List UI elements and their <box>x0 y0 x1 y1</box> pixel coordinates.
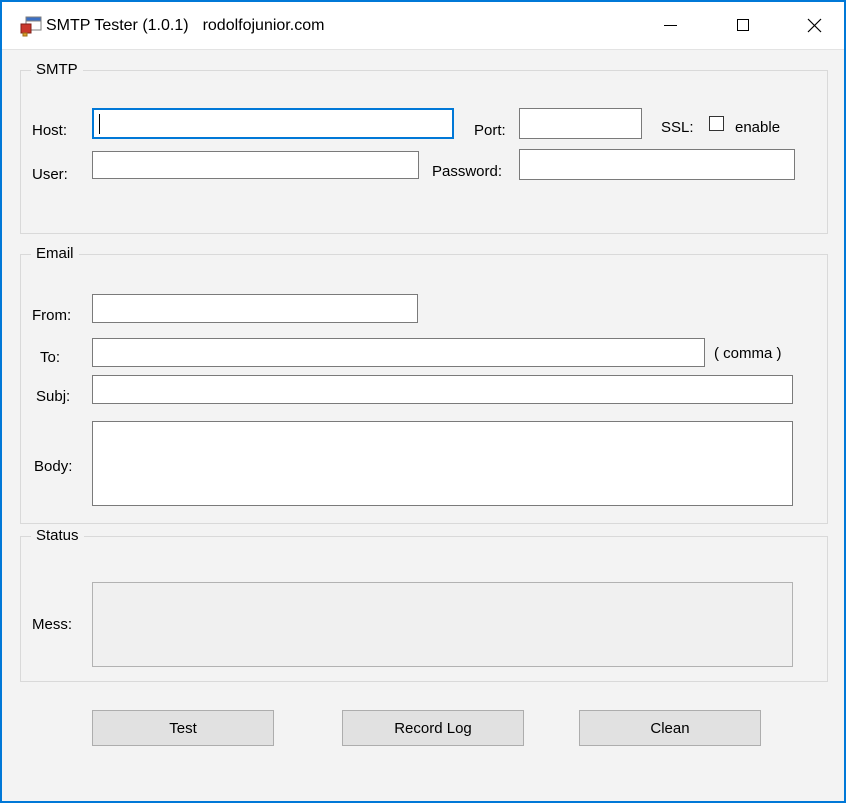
from-input[interactable] <box>92 294 418 323</box>
record-log-button[interactable]: Record Log <box>342 710 524 746</box>
password-input[interactable] <box>519 149 795 180</box>
password-label: Password: <box>432 163 503 180</box>
close-button[interactable] <box>791 2 837 48</box>
window-title-app: SMTP Tester (1.0.1) <box>46 17 189 34</box>
window-title: SMTP Tester (1.0.1) rodolfojunior.com <box>46 17 324 35</box>
body-label: Body: <box>34 458 73 475</box>
status-groupbox-legend: Status <box>31 527 84 545</box>
to-input[interactable] <box>92 338 705 367</box>
user-label: User: <box>32 166 68 183</box>
maximize-button[interactable] <box>720 2 766 48</box>
host-label: Host: <box>32 122 68 139</box>
to-comma-hint: ( comma ) <box>714 345 782 362</box>
app-icon <box>20 16 42 38</box>
ssl-label: SSL: <box>661 119 694 136</box>
body-input[interactable] <box>92 421 793 506</box>
mess-label: Mess: <box>32 616 73 633</box>
port-input[interactable] <box>519 108 642 139</box>
ssl-checkbox[interactable] <box>709 116 724 131</box>
text-caret <box>99 114 100 134</box>
subj-label: Subj: <box>36 388 71 405</box>
title-bar: SMTP Tester (1.0.1) rodolfojunior.com <box>2 2 844 50</box>
maximize-icon <box>737 19 749 31</box>
from-label: From: <box>32 307 72 324</box>
host-input[interactable] <box>92 108 454 139</box>
port-label: Port: <box>474 122 506 139</box>
minimize-button[interactable] <box>647 2 693 48</box>
close-icon <box>807 18 821 32</box>
ssl-enable-label: enable <box>735 119 781 136</box>
smtp-groupbox-legend: SMTP <box>31 61 83 79</box>
test-button[interactable]: Test <box>92 710 274 746</box>
mess-output <box>92 582 793 667</box>
minimize-icon <box>663 24 677 26</box>
subj-input[interactable] <box>92 375 793 404</box>
clean-button[interactable]: Clean <box>579 710 761 746</box>
email-groupbox-legend: Email <box>31 245 79 263</box>
user-input[interactable] <box>92 151 419 179</box>
window-title-site: rodolfojunior.com <box>202 17 325 34</box>
to-label: To: <box>40 349 61 366</box>
smtp-tester-window: SMTP Tester (1.0.1) rodolfojunior.com SMT… <box>0 0 846 803</box>
